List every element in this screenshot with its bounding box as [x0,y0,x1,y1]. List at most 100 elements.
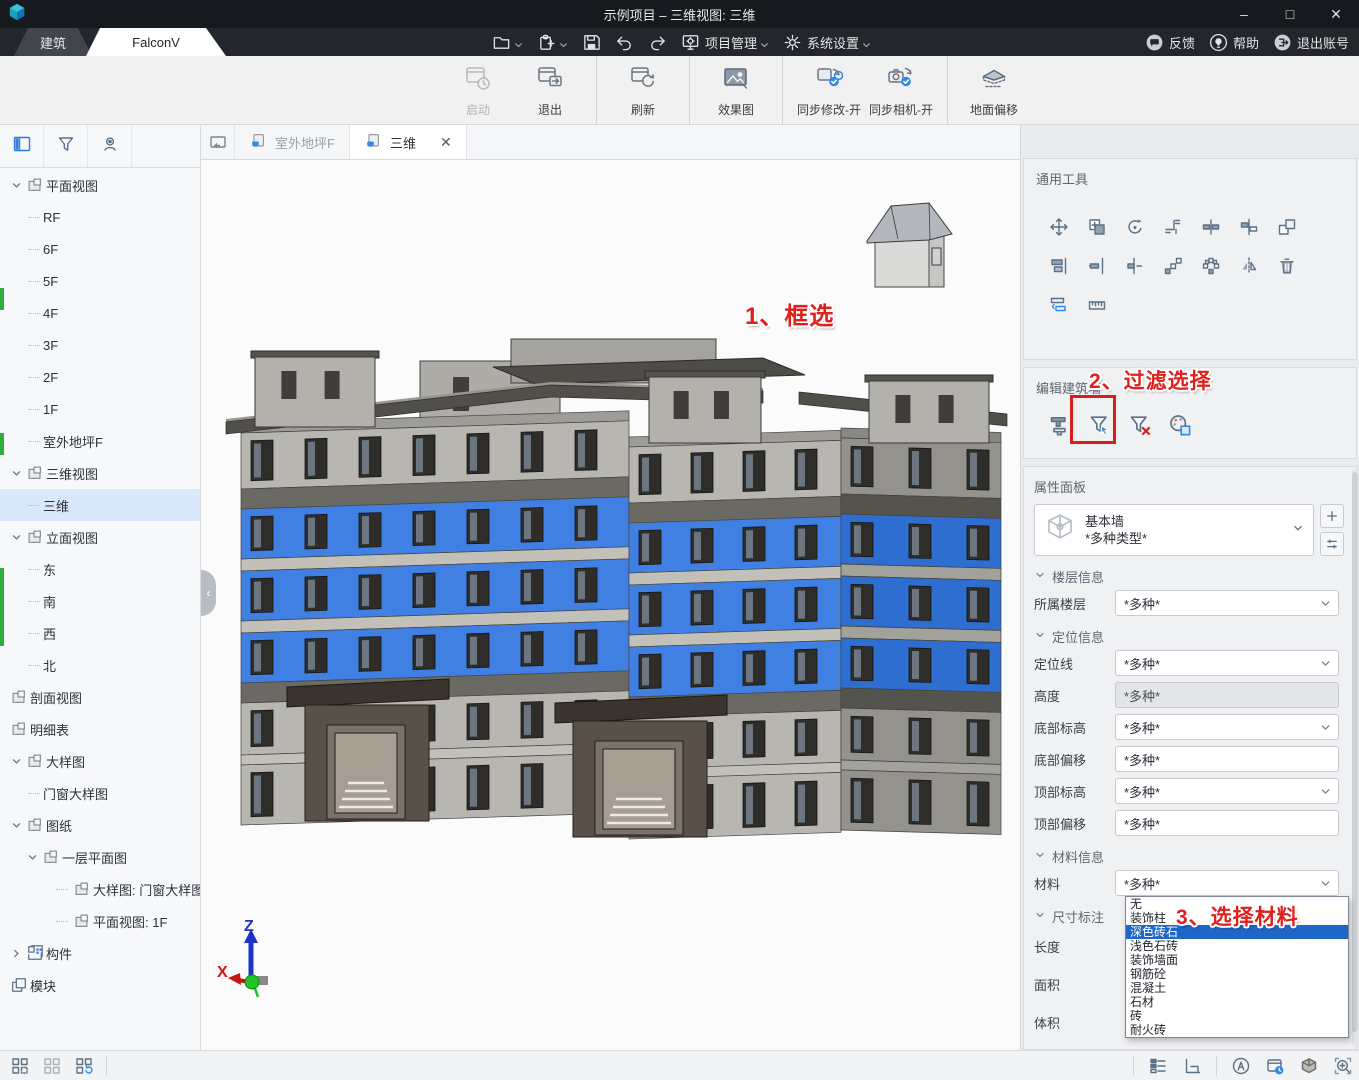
tree-item-16[interactable]: 剖面视图 [0,681,200,713]
field-底部偏移-input[interactable]: *多种* [1115,746,1339,772]
material-option[interactable]: 混凝土 [1126,981,1348,995]
maximize-button[interactable]: □ [1267,0,1313,28]
cube-3d-icon[interactable] [1299,1056,1319,1076]
sidebar-tool-panel-toggle[interactable] [0,125,44,167]
3d-viewport[interactable]: ZX 1、框选 [201,160,1020,1050]
tree-item-1[interactable]: RF [0,201,200,233]
tree-item-25[interactable]: 模块 [0,969,200,1001]
tree-item-23[interactable]: 平面视图: 1F [0,905,200,937]
minimize-button[interactable]: – [1221,0,1267,28]
tool-align-left[interactable] [1040,249,1078,288]
save-icon[interactable] [578,30,605,54]
sidebar-tool-filter[interactable] [44,125,88,167]
tree-item-3[interactable]: 5F [0,265,200,297]
paste-clipboard-icon[interactable] [533,30,572,54]
material-option[interactable]: 浅色石砖 [1126,939,1348,953]
tree-item-13[interactable]: 南 [0,585,200,617]
tool-align-right[interactable] [1116,249,1154,288]
field-顶部偏移-input[interactable]: *多种* [1115,810,1339,836]
field-所属楼层-select[interactable]: *多种* [1115,590,1339,616]
tree-item-20[interactable]: 图纸 [0,809,200,841]
tree-item-2[interactable]: 6F [0,233,200,265]
tree-item-18[interactable]: 大样图 [0,745,200,777]
expander-down-icon[interactable] [8,820,24,831]
tree-item-4[interactable]: 4F [0,297,200,329]
menu-project-management[interactable]: 项目管理 [677,30,773,54]
tool-split-left[interactable] [1192,210,1230,249]
close-button[interactable]: ✕ [1313,0,1359,28]
tool-measure[interactable] [1078,288,1116,327]
help-button[interactable]: 帮助 [1209,33,1259,52]
tree-item-10[interactable]: 三维 [0,489,200,521]
expander-right-icon[interactable] [8,948,24,959]
tab-architecture[interactable]: 建筑 [14,28,92,56]
corner-snap-icon[interactable] [1182,1056,1202,1076]
redo-icon[interactable] [644,30,671,54]
tree-item-17[interactable]: 明细表 [0,713,200,745]
tool-mirror[interactable] [1230,249,1268,288]
ribbon-button-render[interactable]: 效果图 [700,56,772,124]
tool-delete[interactable] [1268,249,1306,288]
tree-item-0[interactable]: 平面视图 [0,169,200,201]
tool-copy[interactable] [1078,210,1116,249]
undo-icon[interactable] [611,30,638,54]
add-type-button[interactable] [1320,504,1344,528]
type-selector[interactable]: 基本墙 *多种类型* [1034,504,1314,556]
field-顶部标高-select[interactable]: *多种* [1115,778,1339,804]
material-option[interactable]: 石材 [1126,995,1348,1009]
grid-plain-icon[interactable] [42,1056,62,1076]
tool-offset[interactable] [1040,288,1078,327]
expander-down-icon[interactable] [8,468,24,479]
field-底部标高-select[interactable]: *多种* [1115,714,1339,740]
material-option[interactable]: 耐火砖 [1126,1023,1348,1037]
expander-down-icon[interactable] [8,180,24,191]
tool-match[interactable] [1268,210,1306,249]
menu-system-settings[interactable]: 系统设置 [779,30,875,54]
tree-item-9[interactable]: 三维视图 [0,457,200,489]
tree-item-6[interactable]: 2F [0,361,200,393]
tree-item-22[interactable]: 大样图: 门窗大样图 [0,873,200,905]
type-settings-button[interactable] [1320,532,1344,556]
feedback-button[interactable]: 反馈 [1145,33,1195,52]
ribbon-button-ground-offset[interactable]: 地面偏移 [958,56,1030,124]
section-header-2[interactable]: 材料信息 [1034,848,1346,864]
ribbon-button-refresh[interactable]: 刷新 [607,56,679,124]
expander-down-icon[interactable] [8,532,24,543]
expander-down-icon[interactable] [8,756,24,767]
sidebar-tool-locate[interactable] [88,125,132,167]
building-model[interactable]: ZX [201,125,1020,1015]
tool-rotate[interactable] [1116,210,1154,249]
tool-split-center[interactable] [1230,210,1268,249]
ribbon-button-exit[interactable]: 退出 [514,56,586,124]
section-header-0[interactable]: 楼层信息 [1034,568,1346,584]
tool-array-radial[interactable] [1192,249,1230,288]
zoom-in-icon[interactable] [1333,1056,1353,1076]
tab-falconv[interactable]: FalconV [86,28,226,56]
tree-item-7[interactable]: 1F [0,393,200,425]
tool-match-material[interactable] [1160,407,1200,447]
ribbon-button-sync-camera[interactable]: 同步相机-开 [865,56,937,124]
tool-trim[interactable] [1154,210,1192,249]
tool-align-mid[interactable] [1078,249,1116,288]
properties-scrollbar[interactable] [1352,470,1358,1045]
tree-item-12[interactable]: 东 [0,553,200,585]
logout-button[interactable]: 退出账号 [1273,33,1349,52]
grid-reset-icon[interactable] [74,1056,94,1076]
tool-filter-clear[interactable] [1120,407,1160,447]
window-clock-icon[interactable] [1265,1056,1285,1076]
tool-array-linear[interactable] [1154,249,1192,288]
grid-select-icon[interactable] [10,1056,30,1076]
material-option[interactable]: 砖 [1126,1009,1348,1023]
section-header-1[interactable]: 定位信息 [1034,628,1346,644]
expander-down-icon[interactable] [24,852,40,863]
tree-item-11[interactable]: 立面视图 [0,521,200,553]
field-定位线-select[interactable]: *多种* [1115,650,1339,676]
tool-move[interactable] [1040,210,1078,249]
tree-item-5[interactable]: 3F [0,329,200,361]
auto-a-icon[interactable] [1231,1056,1251,1076]
ribbon-button-sync-edit[interactable]: 同步修改-开 [793,56,865,124]
open-folder-icon[interactable] [488,30,527,54]
field-材料-select[interactable]: *多种* [1115,870,1339,896]
tree-item-14[interactable]: 西 [0,617,200,649]
tree-item-8[interactable]: 室外地坪F [0,425,200,457]
